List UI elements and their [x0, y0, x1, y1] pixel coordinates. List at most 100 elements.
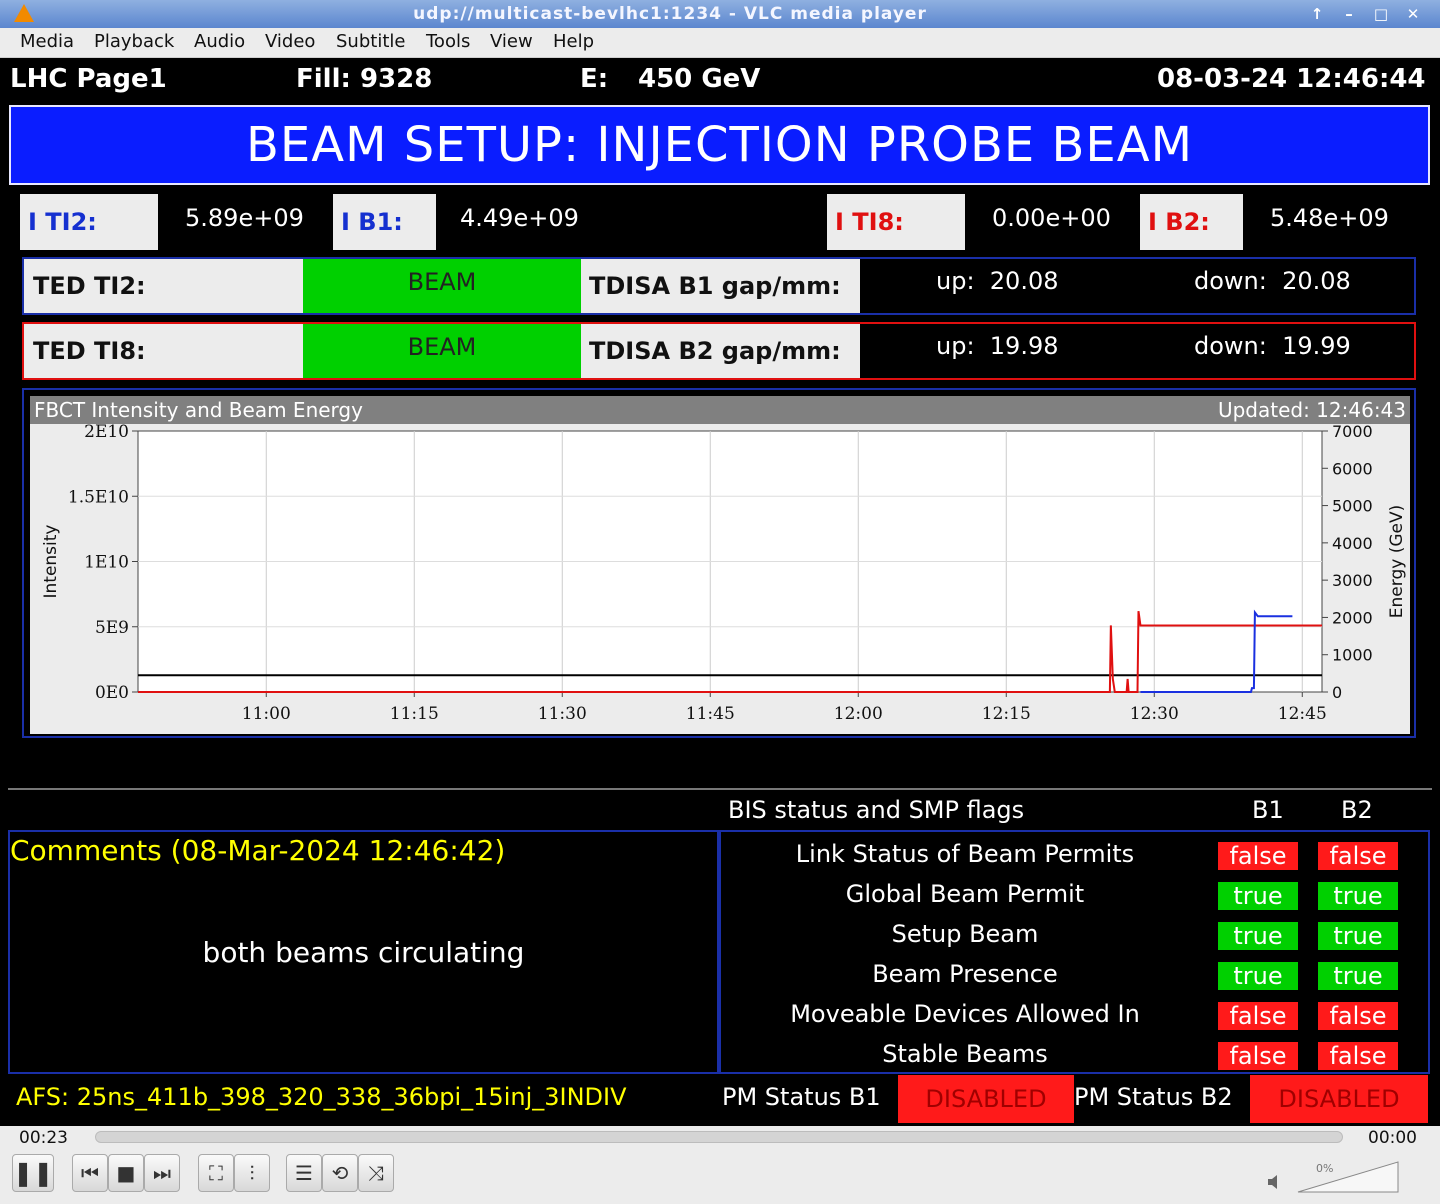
- tdisa-b1-down: down: 20.08: [1194, 267, 1351, 295]
- x-tick-label: 12:00: [834, 704, 883, 724]
- next-button[interactable]: ⏭: [144, 1154, 180, 1192]
- menu-playback[interactable]: Playback: [94, 31, 174, 52]
- volume-slider[interactable]: [1296, 1160, 1400, 1194]
- playlist-icon: ☰: [295, 1161, 313, 1185]
- playlist-button[interactable]: ☰: [286, 1154, 322, 1192]
- energy-value: 450 GeV: [638, 64, 761, 94]
- fullscreen-button[interactable]: ⛶: [198, 1154, 234, 1192]
- bis-flag-label: Global Beam Permit: [845, 880, 1085, 908]
- bis-flag-b1: false: [1218, 842, 1298, 870]
- maximize-button[interactable]: □: [1368, 3, 1394, 25]
- intensity-b2-value: 5.48e+09: [1270, 204, 1389, 232]
- menu-media[interactable]: Media: [20, 31, 74, 52]
- fbct-chart-frame: FBCT Intensity and Beam Energy Updated: …: [22, 388, 1416, 738]
- intensity-b1-value: 4.49e+09: [460, 204, 579, 232]
- ted-ti2-state: BEAM: [303, 259, 581, 313]
- stop-button[interactable]: ■: [108, 1154, 144, 1192]
- x-tick-label: 12:45: [1278, 704, 1327, 724]
- keep-above-button[interactable]: ↑: [1304, 3, 1330, 25]
- menu-bar: Media Playback Audio Video Subtitle Tool…: [0, 28, 1440, 58]
- ted-ti8-label: TED TI8:: [24, 324, 303, 378]
- shuffle-button[interactable]: ⤨: [358, 1154, 394, 1192]
- bis-flag-b2: false: [1318, 842, 1398, 870]
- afs-filling-scheme: AFS: 25ns_411b_398_320_338_36bpi_15inj_3…: [16, 1083, 627, 1111]
- loop-button[interactable]: ⟲: [322, 1154, 358, 1192]
- next-icon: ⏭: [153, 1161, 171, 1185]
- bis-flag-b2: true: [1318, 922, 1398, 950]
- bis-title: BIS status and SMP flags: [728, 796, 1025, 824]
- comments-body: both beams circulating: [202, 936, 525, 969]
- tdisa-b2-gap-label: TDISA B2 gap/mm:: [581, 324, 860, 378]
- bis-flag-b1: true: [1218, 962, 1298, 990]
- y2-tick-label: 3000: [1332, 571, 1373, 590]
- menu-audio[interactable]: Audio: [194, 31, 245, 52]
- pm-status-b2-value: DISABLED: [1250, 1075, 1428, 1123]
- bis-flag-row: Moveable Devices Allowed In false false: [721, 996, 1428, 1036]
- bis-flag-b1: true: [1218, 882, 1298, 910]
- y2-tick-label: 7000: [1332, 424, 1373, 441]
- intensity-ti2-label: I TI2:: [20, 194, 158, 250]
- tdisa-b1-gap-label: TDISA B1 gap/mm:: [581, 259, 860, 313]
- bis-flag-b2: true: [1318, 882, 1398, 910]
- menu-help[interactable]: Help: [553, 31, 594, 52]
- pause-icon: ❚❚: [13, 1159, 54, 1187]
- equalizer-icon: ⫶: [249, 1161, 255, 1185]
- bis-flag-b1: true: [1218, 922, 1298, 950]
- pm-status-b1-label: PM Status B1: [722, 1083, 881, 1111]
- x-tick-label: 11:30: [538, 704, 587, 724]
- intensity-b2-label: I B2:: [1140, 194, 1243, 250]
- chart-title: FBCT Intensity and Beam Energy: [34, 398, 363, 422]
- fbct-chart-panel: FBCT Intensity and Beam Energy Updated: …: [30, 396, 1410, 734]
- tdisa-b1-up: up: 20.08: [936, 267, 1059, 295]
- menu-subtitle[interactable]: Subtitle: [336, 31, 405, 52]
- bis-flag-label: Setup Beam: [891, 920, 1039, 948]
- remaining-time[interactable]: 00:00: [1368, 1128, 1417, 1148]
- y2-tick-label: 2000: [1332, 608, 1373, 627]
- ted-ti8-row: TED TI8: BEAM TDISA B2 gap/mm: up: 19.98…: [22, 322, 1416, 380]
- bis-flag-row: Stable Beams false false: [721, 1036, 1428, 1076]
- menu-tools[interactable]: Tools: [426, 31, 470, 52]
- tdisa-b2-up: up: 19.98: [936, 332, 1059, 360]
- window-titlebar: udp://multicast-bevlhc1:1234 - VLC media…: [0, 0, 1440, 28]
- close-button[interactable]: ✕: [1400, 3, 1426, 25]
- menu-video[interactable]: Video: [265, 31, 315, 52]
- intensity-ti8-value: 0.00e+00: [992, 204, 1111, 232]
- pause-button[interactable]: ❚❚: [12, 1154, 54, 1192]
- chart-updated: Updated: 12:46:43: [1217, 398, 1406, 422]
- extended-settings-button[interactable]: ⫶: [234, 1154, 270, 1192]
- y2-tick-label: 4000: [1332, 534, 1373, 553]
- ted-ti2-row: TED TI2: BEAM TDISA B1 gap/mm: up: 20.08…: [22, 257, 1416, 315]
- bis-flag-label: Beam Presence: [872, 960, 1058, 988]
- bis-flag-b2: false: [1318, 1042, 1398, 1070]
- bis-flag-b1: false: [1218, 1042, 1298, 1070]
- minimize-button[interactable]: –: [1336, 3, 1362, 25]
- ted-ti2-label: TED TI2:: [24, 259, 303, 313]
- menu-view[interactable]: View: [490, 31, 533, 52]
- previous-button[interactable]: ⏮: [72, 1154, 108, 1192]
- previous-icon: ⏮: [81, 1161, 99, 1185]
- x-tick-label: 11:45: [686, 704, 735, 724]
- bis-flag-label: Link Status of Beam Permits: [795, 840, 1135, 868]
- bis-flag-label: Moveable Devices Allowed In: [790, 1000, 1140, 1028]
- bis-flag-row: Beam Presence true true: [721, 956, 1428, 996]
- loop-icon: ⟲: [331, 1161, 349, 1185]
- bis-col-b1: B1: [1252, 796, 1284, 824]
- fill-number: Fill: 9328: [296, 64, 433, 94]
- x-tick-label: 12:15: [982, 704, 1031, 724]
- elapsed-time[interactable]: 00:23: [19, 1128, 68, 1148]
- comments-panel: Comments (08-Mar-2024 12:46:42) both bea…: [8, 830, 719, 1074]
- y-axis-label: Intensity: [41, 525, 61, 599]
- player-controls: 00:23 00:00 ❚❚ ⏮ ■ ⏭ ⛶ ⫶ ☰ ⟲ ⤨ 0%: [0, 1126, 1440, 1204]
- comments-title: Comments (08-Mar-2024 12:46:42): [10, 834, 506, 867]
- y2-axis-label: Energy (GeV): [1387, 505, 1407, 618]
- bis-flags-panel: Link Status of Beam Permits false false Glo…: [719, 830, 1430, 1074]
- page-name: LHC Page1: [10, 64, 167, 94]
- bis-flag-label: Stable Beams: [882, 1040, 1048, 1068]
- energy-label: E:: [580, 64, 609, 94]
- window-title: udp://multicast-bevlhc1:1234 - VLC media…: [413, 4, 927, 24]
- seek-bar[interactable]: [95, 1131, 1343, 1143]
- datetime: 08-03-24 12:46:44: [1157, 64, 1426, 94]
- speaker-icon[interactable]: [1266, 1174, 1282, 1190]
- footer-row: AFS: 25ns_411b_398_320_338_36bpi_15inj_3…: [8, 1075, 1432, 1125]
- video-area[interactable]: LHC Page1 Fill: 9328 E: 450 GeV 08-03-24…: [0, 58, 1440, 1126]
